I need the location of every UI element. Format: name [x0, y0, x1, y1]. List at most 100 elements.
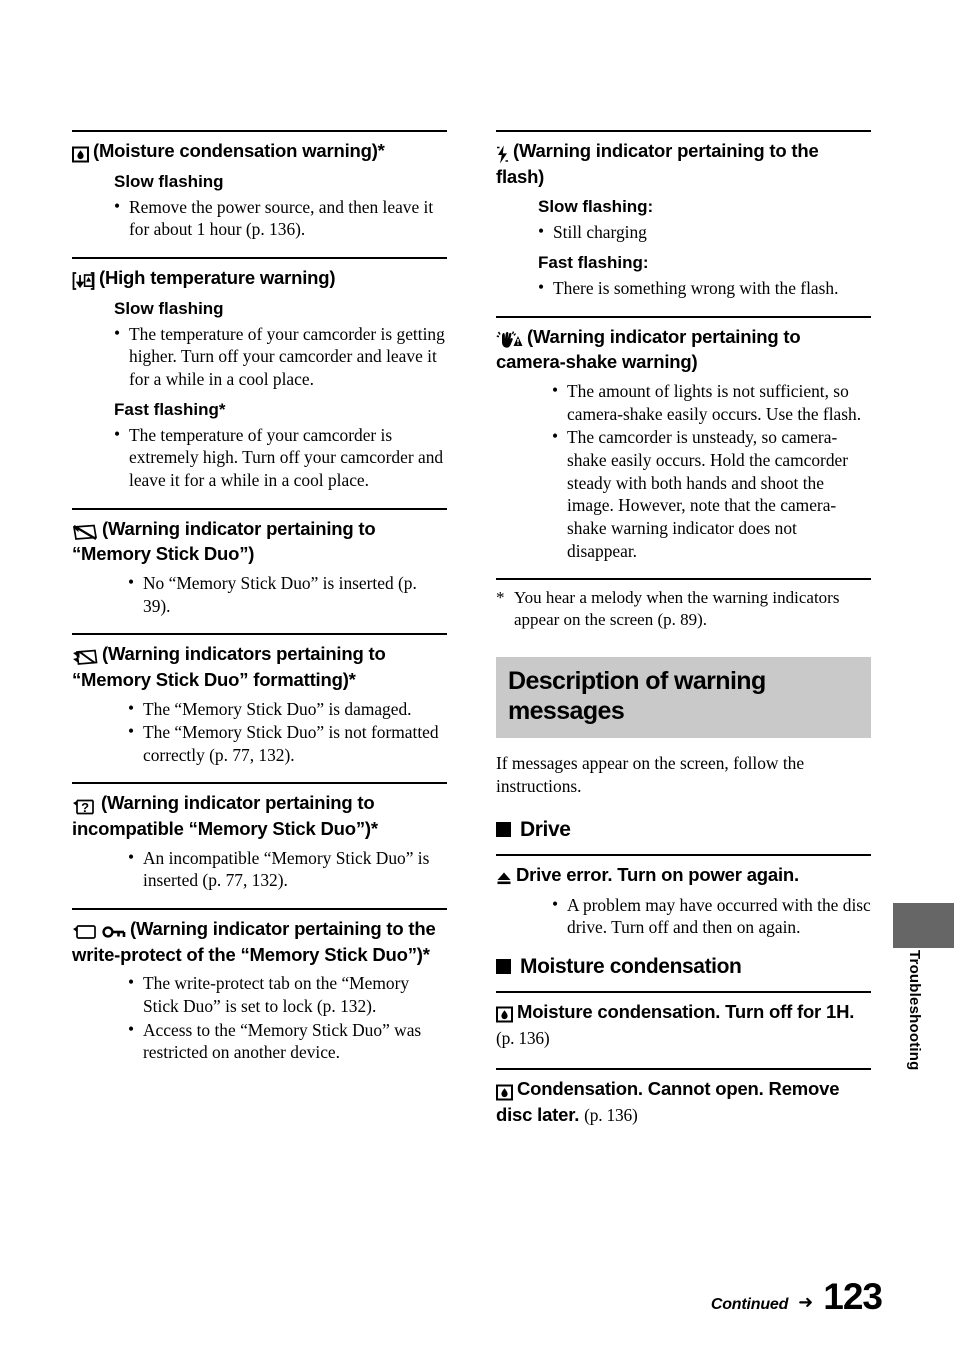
warning-heading: (High temperature warning)	[72, 266, 447, 292]
section-divider	[496, 1067, 871, 1070]
warning-heading-text: (Warning indicator pertaining to the fla…	[496, 140, 819, 187]
moisture-condensation-icon	[496, 1079, 513, 1103]
warning-heading-text: (Warning indicator pertaining to camera-…	[496, 325, 801, 373]
section-divider	[72, 908, 447, 911]
bullet-list: No “Memory Stick Duo” is inserted (p. 39…	[128, 571, 447, 617]
warning-heading: (Warning indicators pertaining to “Memor…	[72, 642, 447, 691]
list-item: The “Memory Stick Duo” is not formatted …	[128, 720, 447, 766]
svg-text:?: ?	[81, 800, 89, 815]
page-number: 123	[823, 1276, 883, 1317]
warning-section-camera-shake: (Warning indicator pertaining to camera-…	[496, 315, 871, 562]
warning-heading-text: (High temperature warning)	[99, 267, 336, 289]
message-heading-text: Condensation. Cannot open. Remove disc l…	[496, 1077, 840, 1125]
list-item: The amount of lights is not sufficient, …	[552, 379, 871, 425]
section-divider	[72, 257, 447, 260]
section-divider	[72, 130, 447, 132]
section-divider	[496, 578, 871, 581]
warning-heading: (Warning indicator pertaining to camera-…	[496, 325, 871, 374]
list-item: Remove the power source, and then leave …	[114, 195, 447, 241]
message-heading-text: Drive error. Turn on power again.	[516, 863, 799, 885]
high-temperature-icon	[72, 268, 95, 292]
footnote-marker: *	[496, 588, 505, 608]
list-item: An incompatible “Memory Stick Duo” is in…	[128, 846, 447, 892]
warning-heading-text: (Warning indicator pertaining to “Memory…	[72, 517, 376, 565]
footnote: * You hear a melody when the warning indi…	[496, 587, 871, 631]
subsection-label: Slow flashing	[114, 298, 224, 318]
continued-label: Continued	[710, 1296, 789, 1313]
category-heading: Moisture condensation	[496, 955, 871, 979]
section-intro: If messages appear on the screen, follow…	[496, 753, 805, 796]
section-divider	[72, 782, 447, 785]
list-item: There is something wrong with the flash.	[538, 276, 871, 300]
moisture-condensation-icon	[496, 1002, 513, 1026]
section-divider	[496, 130, 871, 132]
moisture-condensation-icon	[72, 141, 89, 165]
category-heading-text: Moisture condensation	[520, 954, 742, 978]
subsection-label: Slow flashing	[114, 171, 224, 191]
list-item: Access to the “Memory Stick Duo” was res…	[128, 1018, 447, 1064]
left-column: (Moisture condensation warning)* Slow fl…	[72, 130, 447, 1080]
footnote-block: * You hear a melody when the warning indi…	[496, 578, 871, 631]
message-heading: Drive error. Turn on power again.	[496, 863, 871, 889]
warning-heading-text: (Moisture condensation warning)*	[93, 140, 385, 161]
subsection-label: Slow flashing:	[538, 197, 654, 217]
bullet-list: The write-protect tab on the “Memory Sti…	[128, 971, 447, 1064]
subsection-label: Fast flashing:	[538, 253, 649, 273]
category-heading: Drive	[496, 818, 871, 842]
list-item: No “Memory Stick Duo” is inserted (p. 39…	[128, 571, 447, 617]
warning-heading: (Warning indicator pertaining to the wri…	[72, 917, 447, 966]
list-item: The camcorder is unsteady, so camera-sha…	[552, 425, 871, 562]
warning-heading: (Moisture condensation warning)*	[72, 139, 447, 165]
warning-heading: (Warning indicator pertaining to the fla…	[496, 139, 871, 188]
warning-section-memory-stick-formatting: (Warning indicators pertaining to “Memor…	[72, 633, 447, 766]
bullet-list: The amount of lights is not sufficient, …	[552, 379, 871, 562]
list-item: The temperature of your camcorder is get…	[114, 322, 447, 391]
warning-section-write-protect: (Warning indicator pertaining to the wri…	[72, 908, 447, 1064]
message-heading: Condensation. Cannot open. Remove disc l…	[496, 1077, 871, 1127]
section-banner: Description of warning messages	[496, 657, 871, 739]
document-page: (Moisture condensation warning)* Slow fl…	[0, 0, 954, 1357]
list-item: A problem may have occurred with the dis…	[552, 893, 871, 939]
category-heading-text: Drive	[520, 817, 571, 841]
page-reference: (p. 136)	[584, 1105, 638, 1125]
warning-heading: ? (Warning indicator pertaining to incom…	[72, 791, 447, 840]
warning-heading-text: (Warning indicators pertaining to “Memor…	[72, 643, 386, 690]
warning-heading-text: (Warning indicator pertaining to the wri…	[72, 918, 436, 965]
bullet-list: Remove the power source, and then leave …	[114, 195, 447, 241]
bullet-list: An incompatible “Memory Stick Duo” is in…	[128, 846, 447, 892]
square-bullet-icon	[496, 959, 511, 975]
memory-stick-write-protect-icon	[72, 919, 98, 943]
bullet-list: The temperature of your camcorder is ext…	[114, 423, 447, 492]
bullet-list: The temperature of your camcorder is get…	[114, 322, 447, 391]
warning-section-moisture-condensation: (Moisture condensation warning)* Slow fl…	[72, 130, 447, 241]
category-moisture-condensation: Moisture condensation Moisture condensat…	[496, 955, 871, 1127]
warning-heading-text: (Warning indicator pertaining to incompa…	[72, 792, 378, 840]
message-heading: Moisture condensation. Turn off for 1H. …	[496, 1000, 871, 1050]
subsection-label: Fast flashing*	[114, 399, 226, 419]
eject-icon	[496, 865, 512, 889]
memory-stick-no-media-icon	[72, 519, 98, 543]
side-tab-marker	[893, 903, 954, 948]
footnote-text: You hear a melody when the warning indic…	[514, 588, 840, 630]
category-drive: Drive Drive error. Turn on power again. …	[496, 818, 871, 939]
warning-section-high-temperature: (High temperature warning) Slow flashing…	[72, 257, 447, 492]
list-item: The write-protect tab on the “Memory Sti…	[128, 971, 447, 1017]
section-divider	[72, 507, 447, 510]
flash-icon	[496, 141, 509, 165]
warning-section-memory-stick-incompatible: ? (Warning indicator pertaining to incom…	[72, 782, 447, 892]
list-item: Still charging	[538, 220, 871, 244]
bullet-list: There is something wrong with the flash.	[538, 276, 871, 300]
warning-heading: (Warning indicator pertaining to “Memory…	[72, 517, 447, 566]
page-footer: Continued ➜ 123	[710, 1276, 883, 1317]
list-item: The temperature of your camcorder is ext…	[114, 423, 447, 492]
memory-stick-incompatible-icon: ?	[72, 793, 97, 817]
arrow-right-icon: ➜	[798, 1292, 814, 1313]
section-divider	[496, 315, 871, 318]
page-reference: (p. 136)	[496, 1027, 550, 1048]
camera-shake-icon	[496, 327, 523, 351]
warning-section-memory-stick: (Warning indicator pertaining to “Memory…	[72, 507, 447, 618]
section-divider	[72, 633, 447, 636]
list-item: The “Memory Stick Duo” is damaged.	[128, 697, 447, 721]
bullet-list: The “Memory Stick Duo” is damaged. The “…	[128, 697, 447, 767]
memory-stick-format-icon	[72, 644, 98, 668]
